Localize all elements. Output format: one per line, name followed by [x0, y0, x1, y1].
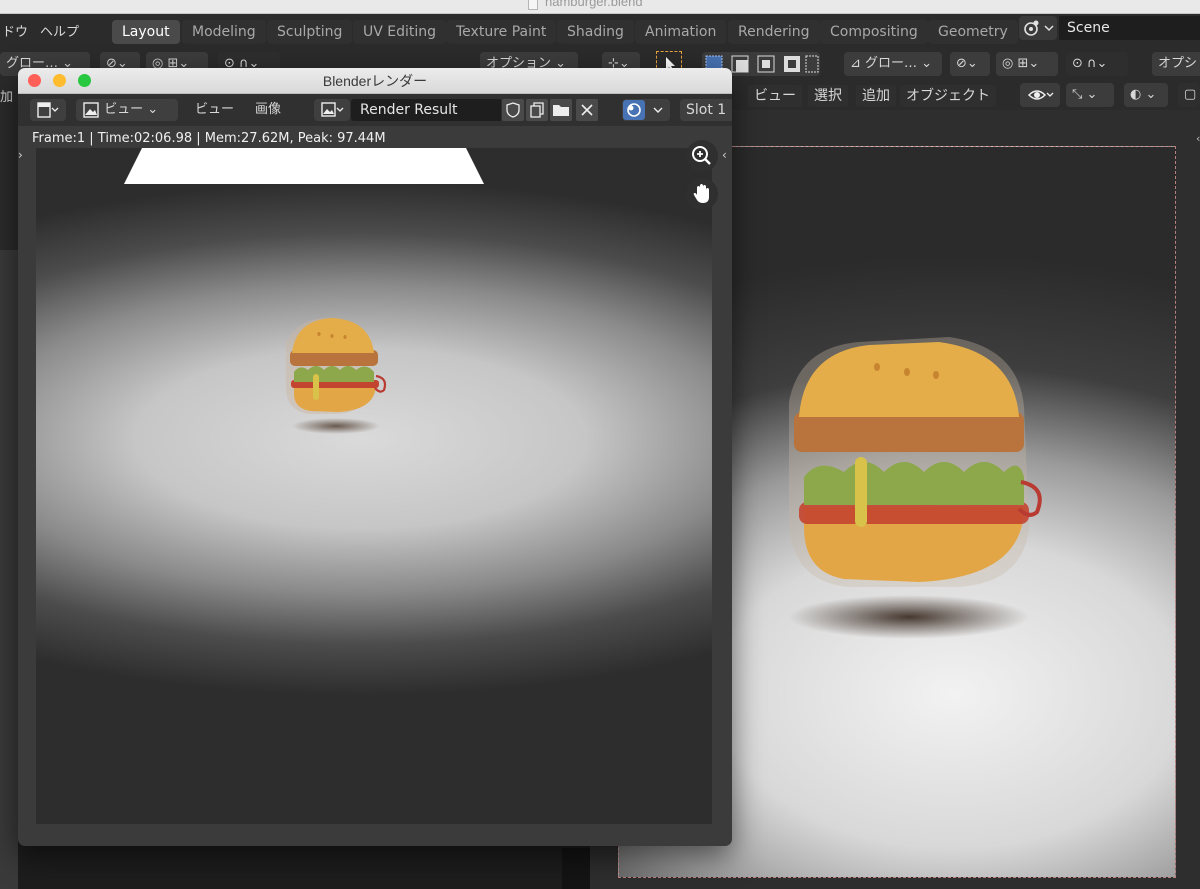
- viewport-menu-object[interactable]: オブジェクト: [900, 85, 996, 107]
- render-slot-dropdown[interactable]: Slot 1: [680, 99, 732, 121]
- blend-file-icon: [528, 0, 538, 10]
- maximize-window-button[interactable]: [78, 74, 91, 87]
- left-sidebar-strip: 加: [0, 80, 18, 250]
- new-image-button[interactable]: [526, 99, 548, 121]
- render-result-image[interactable]: [36, 148, 712, 824]
- folder-icon: [553, 105, 569, 116]
- tab-compositing[interactable]: Compositing: [820, 20, 928, 44]
- editor-type-dropdown[interactable]: [30, 99, 66, 121]
- proportional-right[interactable]: ⊙ ∩⌄: [1066, 52, 1128, 76]
- snap-right-toggle[interactable]: ◎ ⊞⌄: [996, 52, 1058, 76]
- image-editor-header: ビュー ⌄ ビュー 画像 Render Result Slot 1: [18, 94, 732, 126]
- tab-animation[interactable]: Animation: [635, 20, 727, 44]
- viewport-menu-view[interactable]: ビュー: [748, 85, 802, 107]
- pivot-right-dropdown[interactable]: ⊘⌄: [950, 52, 990, 76]
- unlink-image-button[interactable]: [576, 99, 598, 121]
- menu-view[interactable]: ビュー: [195, 99, 234, 121]
- viewport-sidebar-toggle-icon[interactable]: ‹: [1196, 132, 1200, 145]
- tab-modeling[interactable]: Modeling: [182, 20, 266, 44]
- tab-layout[interactable]: Layout: [112, 20, 180, 44]
- tab-sculpting[interactable]: Sculpting: [267, 20, 353, 44]
- eye-icon: [1027, 90, 1054, 100]
- toolbar-toggle-left-icon[interactable]: ›: [18, 148, 23, 162]
- os-title-strip: hamburger.blend: [0, 0, 1200, 14]
- menu-help[interactable]: ヘルプ: [40, 21, 79, 40]
- shield-icon: [506, 102, 520, 118]
- visibility-dropdown[interactable]: [1020, 83, 1060, 107]
- render-status-text: Frame:1 | Time:02:06.98 | Mem:27.62M, Pe…: [32, 131, 386, 146]
- menu-image[interactable]: 画像: [255, 99, 281, 121]
- filename-label: hamburger.blend: [545, 0, 643, 9]
- display-channels-dropdown[interactable]: [622, 99, 670, 121]
- scene-icon: [1024, 20, 1054, 36]
- minimize-window-button[interactable]: [53, 74, 66, 87]
- close-icon: [581, 104, 593, 116]
- scene-name-field[interactable]: Scene: [1059, 16, 1200, 40]
- left-underlay-panel: [0, 250, 18, 889]
- render-scene-graphic: [124, 148, 484, 434]
- duplicate-icon: [530, 102, 544, 118]
- open-image-button[interactable]: [550, 99, 572, 121]
- zoom-icon: [692, 146, 711, 165]
- tab-rendering[interactable]: Rendering: [728, 20, 820, 44]
- image-editor-icon: [37, 102, 59, 118]
- area-light-shape: [124, 148, 484, 184]
- render-window-titlebar[interactable]: Blenderレンダー: [18, 68, 732, 94]
- overlay-dropdown[interactable]: ◐ ⌄: [1124, 83, 1168, 107]
- gizmo-dropdown[interactable]: ⤡ ⌄: [1066, 83, 1114, 107]
- tab-shading[interactable]: Shading: [557, 20, 634, 44]
- fake-user-button[interactable]: [502, 99, 524, 121]
- region-divider: [562, 848, 590, 889]
- left-clip-label: 加: [0, 90, 14, 105]
- transform-orientation-right-label: グロー…: [865, 56, 918, 71]
- options-right-label: オプシ: [1158, 56, 1198, 71]
- scene-selector-button[interactable]: [1019, 16, 1057, 40]
- render-window: Blenderレンダー ビュー ⌄ ビュー 画像 Render Result S…: [18, 68, 732, 846]
- view-mode-dropdown[interactable]: ビュー ⌄: [76, 99, 178, 121]
- menu-window[interactable]: ドウ: [2, 21, 28, 40]
- render-window-title: Blenderレンダー: [322, 73, 428, 89]
- tab-texture-paint[interactable]: Texture Paint: [446, 20, 557, 44]
- image-name-field[interactable]: Render Result: [351, 99, 501, 121]
- xray-toggle[interactable]: ▢: [1178, 83, 1200, 107]
- pan-button[interactable]: [686, 178, 718, 210]
- transform-orientation-right-dropdown[interactable]: ⊿ グロー… ⌄: [844, 52, 942, 76]
- close-window-button[interactable]: [28, 74, 41, 87]
- tab-uv-editing[interactable]: UV Editing: [353, 20, 447, 44]
- viewport-menu-select[interactable]: 選択: [808, 85, 848, 107]
- image-icon: [83, 101, 99, 118]
- image-browse-dropdown[interactable]: [314, 99, 350, 121]
- options-right-dropdown[interactable]: オプシ: [1152, 52, 1200, 76]
- zoom-button[interactable]: [686, 140, 718, 172]
- sidebar-toggle-right-icon[interactable]: ‹: [722, 148, 727, 162]
- tab-geometry[interactable]: Geometry: [928, 20, 1018, 44]
- image-browse-icon: [321, 102, 344, 117]
- hand-icon: [693, 184, 709, 203]
- viewport-menu-add[interactable]: 追加: [856, 85, 896, 107]
- view-mode-label: ビュー: [104, 102, 144, 117]
- color-channels-icon: [623, 100, 663, 120]
